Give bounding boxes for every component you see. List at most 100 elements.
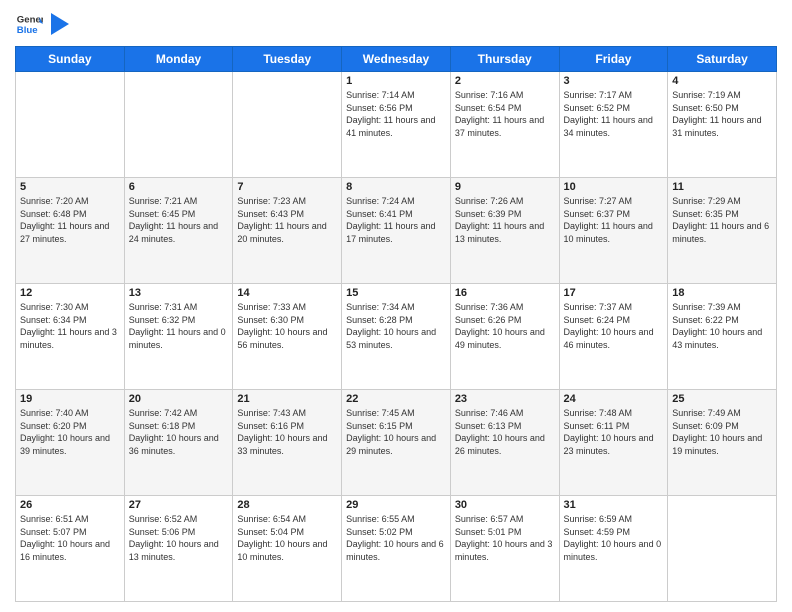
day-number: 24	[564, 393, 664, 405]
day-info: Sunrise: 7:34 AMSunset: 6:28 PMDaylight:…	[346, 301, 446, 351]
day-number: 12	[20, 287, 120, 299]
day-number: 22	[346, 393, 446, 405]
day-number: 3	[564, 75, 664, 87]
calendar-cell: 7 Sunrise: 7:23 AMSunset: 6:43 PMDaylight…	[233, 178, 342, 284]
day-number: 26	[20, 499, 120, 511]
day-info: Sunrise: 7:39 AMSunset: 6:22 PMDaylight:…	[672, 301, 772, 351]
calendar-cell: 12 Sunrise: 7:30 AMSunset: 6:34 PMDayligh…	[16, 284, 125, 390]
day-info: Sunrise: 7:24 AMSunset: 6:41 PMDaylight:…	[346, 195, 446, 245]
header: General Blue	[15, 10, 777, 38]
day-number: 4	[672, 75, 772, 87]
day-info: Sunrise: 7:20 AMSunset: 6:48 PMDaylight:…	[20, 195, 120, 245]
calendar-cell: 1Sunrise: 7:14 AMSunset: 6:56 PMDaylight…	[342, 72, 451, 178]
calendar-cell	[668, 496, 777, 602]
day-info: Sunrise: 7:49 AMSunset: 6:09 PMDaylight:…	[672, 407, 772, 457]
logo-arrow-icon	[51, 13, 69, 35]
day-info: Sunrise: 7:17 AMSunset: 6:52 PMDaylight:…	[564, 89, 664, 139]
day-info: Sunrise: 7:31 AMSunset: 6:32 PMDaylight:…	[129, 301, 229, 351]
calendar-week-4: 19Sunrise: 7:40 AMSunset: 6:20 PMDayligh…	[16, 390, 777, 496]
calendar-week-5: 26 Sunrise: 6:51 AMSunset: 5:07 PMDayligh…	[16, 496, 777, 602]
day-number: 8	[346, 181, 446, 193]
calendar-cell: 4 Sunrise: 7:19 AMSunset: 6:50 PMDaylight…	[668, 72, 777, 178]
calendar-cell: 18 Sunrise: 7:39 AMSunset: 6:22 PMDayligh…	[668, 284, 777, 390]
day-info: Sunrise: 7:42 AMSunset: 6:18 PMDaylight:…	[129, 407, 229, 457]
day-number: 27	[129, 499, 229, 511]
day-info: Sunrise: 7:30 AMSunset: 6:34 PMDaylight:…	[20, 301, 120, 351]
day-number: 29	[346, 499, 446, 511]
svg-text:General: General	[17, 14, 43, 25]
day-number: 25	[672, 393, 772, 405]
page: General Blue SundayMondayTuesdayWednesda…	[0, 0, 792, 612]
weekday-header-thursday: Thursday	[450, 47, 559, 72]
calendar-table: SundayMondayTuesdayWednesdayThursdayFrid…	[15, 46, 777, 602]
calendar-cell: 8 Sunrise: 7:24 AMSunset: 6:41 PMDaylight…	[342, 178, 451, 284]
calendar-cell: 2Sunrise: 7:16 AMSunset: 6:54 PMDaylight…	[450, 72, 559, 178]
day-info: Sunrise: 7:16 AMSunset: 6:54 PMDaylight:…	[455, 89, 555, 139]
day-number: 6	[129, 181, 229, 193]
day-number: 31	[564, 499, 664, 511]
calendar-cell: 25 Sunrise: 7:49 AMSunset: 6:09 PMDayligh…	[668, 390, 777, 496]
calendar-cell: 9 Sunrise: 7:26 AMSunset: 6:39 PMDaylight…	[450, 178, 559, 284]
day-number: 17	[564, 287, 664, 299]
calendar-cell: 24Sunrise: 7:48 AMSunset: 6:11 PMDayligh…	[559, 390, 668, 496]
weekday-header-tuesday: Tuesday	[233, 47, 342, 72]
calendar-cell: 30 Sunrise: 6:57 AMSunset: 5:01 PMDayligh…	[450, 496, 559, 602]
calendar-cell: 6Sunrise: 7:21 AMSunset: 6:45 PMDaylight…	[124, 178, 233, 284]
calendar-cell: 22 Sunrise: 7:45 AMSunset: 6:15 PMDayligh…	[342, 390, 451, 496]
day-info: Sunrise: 6:55 AMSunset: 5:02 PMDaylight:…	[346, 513, 446, 563]
day-info: Sunrise: 7:45 AMSunset: 6:15 PMDaylight:…	[346, 407, 446, 457]
weekday-header-friday: Friday	[559, 47, 668, 72]
day-number: 5	[20, 181, 120, 193]
calendar-cell: 21Sunrise: 7:43 AMSunset: 6:16 PMDayligh…	[233, 390, 342, 496]
day-info: Sunrise: 6:59 AMSunset: 4:59 PMDaylight:…	[564, 513, 664, 563]
day-info: Sunrise: 7:19 AMSunset: 6:50 PMDaylight:…	[672, 89, 772, 139]
calendar-cell: 19Sunrise: 7:40 AMSunset: 6:20 PMDayligh…	[16, 390, 125, 496]
weekday-header-saturday: Saturday	[668, 47, 777, 72]
day-number: 10	[564, 181, 664, 193]
day-info: Sunrise: 7:26 AMSunset: 6:39 PMDaylight:…	[455, 195, 555, 245]
calendar-cell: 3 Sunrise: 7:17 AMSunset: 6:52 PMDaylight…	[559, 72, 668, 178]
day-info: Sunrise: 7:46 AMSunset: 6:13 PMDaylight:…	[455, 407, 555, 457]
day-number: 28	[237, 499, 337, 511]
day-info: Sunrise: 7:37 AMSunset: 6:24 PMDaylight:…	[564, 301, 664, 351]
calendar-cell: 29 Sunrise: 6:55 AMSunset: 5:02 PMDayligh…	[342, 496, 451, 602]
calendar-cell: 27Sunrise: 6:52 AMSunset: 5:06 PMDayligh…	[124, 496, 233, 602]
day-number: 30	[455, 499, 555, 511]
weekday-header-monday: Monday	[124, 47, 233, 72]
calendar-cell: 11 Sunrise: 7:29 AMSunset: 6:35 PMDayligh…	[668, 178, 777, 284]
weekday-header-row: SundayMondayTuesdayWednesdayThursdayFrid…	[16, 47, 777, 72]
day-number: 23	[455, 393, 555, 405]
logo: General Blue	[15, 10, 69, 38]
day-number: 1	[346, 75, 446, 87]
calendar-cell: 17 Sunrise: 7:37 AMSunset: 6:24 PMDayligh…	[559, 284, 668, 390]
day-info: Sunrise: 6:54 AMSunset: 5:04 PMDaylight:…	[237, 513, 337, 563]
day-info: Sunrise: 7:29 AMSunset: 6:35 PMDaylight:…	[672, 195, 772, 245]
calendar-week-1: 1Sunrise: 7:14 AMSunset: 6:56 PMDaylight…	[16, 72, 777, 178]
logo-icon: General Blue	[15, 10, 43, 38]
day-info: Sunrise: 7:23 AMSunset: 6:43 PMDaylight:…	[237, 195, 337, 245]
day-info: Sunrise: 7:43 AMSunset: 6:16 PMDaylight:…	[237, 407, 337, 457]
calendar-cell	[16, 72, 125, 178]
calendar-week-3: 12 Sunrise: 7:30 AMSunset: 6:34 PMDayligh…	[16, 284, 777, 390]
day-number: 11	[672, 181, 772, 193]
weekday-header-wednesday: Wednesday	[342, 47, 451, 72]
day-number: 20	[129, 393, 229, 405]
day-number: 9	[455, 181, 555, 193]
day-info: Sunrise: 6:57 AMSunset: 5:01 PMDaylight:…	[455, 513, 555, 563]
day-info: Sunrise: 6:51 AMSunset: 5:07 PMDaylight:…	[20, 513, 120, 563]
calendar-cell: 28 Sunrise: 6:54 AMSunset: 5:04 PMDayligh…	[233, 496, 342, 602]
weekday-header-sunday: Sunday	[16, 47, 125, 72]
calendar-cell: 14Sunrise: 7:33 AMSunset: 6:30 PMDayligh…	[233, 284, 342, 390]
day-number: 15	[346, 287, 446, 299]
calendar-cell: 20 Sunrise: 7:42 AMSunset: 6:18 PMDayligh…	[124, 390, 233, 496]
calendar-cell: 26 Sunrise: 6:51 AMSunset: 5:07 PMDayligh…	[16, 496, 125, 602]
day-number: 7	[237, 181, 337, 193]
calendar-week-2: 5 Sunrise: 7:20 AMSunset: 6:48 PMDaylight…	[16, 178, 777, 284]
calendar-cell: 5 Sunrise: 7:20 AMSunset: 6:48 PMDaylight…	[16, 178, 125, 284]
svg-text:Blue: Blue	[17, 25, 38, 36]
day-number: 13	[129, 287, 229, 299]
day-info: Sunrise: 7:27 AMSunset: 6:37 PMDaylight:…	[564, 195, 664, 245]
day-info: Sunrise: 7:33 AMSunset: 6:30 PMDaylight:…	[237, 301, 337, 351]
calendar-cell: 10 Sunrise: 7:27 AMSunset: 6:37 PMDayligh…	[559, 178, 668, 284]
day-number: 18	[672, 287, 772, 299]
